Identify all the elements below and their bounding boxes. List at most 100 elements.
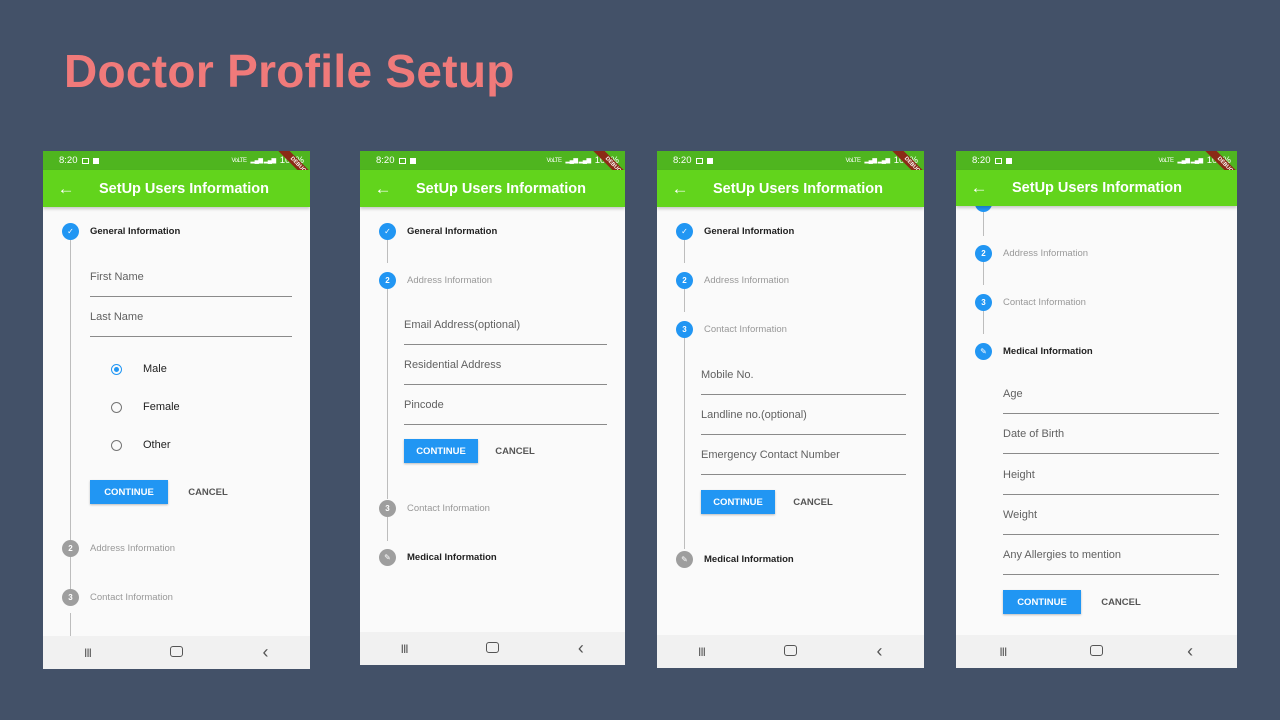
stepper: ✓ General Information First Name Last Na… bbox=[43, 207, 310, 636]
step-label-address: Address Information bbox=[704, 275, 790, 286]
nav-back-icon[interactable]: ‹ bbox=[1175, 641, 1205, 662]
radio-selected-icon bbox=[111, 363, 122, 375]
step-address[interactable]: 2 Address Information bbox=[360, 265, 625, 295]
edit-pencil-icon: ✎ bbox=[379, 549, 396, 566]
continue-button[interactable]: CONTINUE bbox=[404, 439, 478, 463]
recents-icon[interactable]: III bbox=[988, 645, 1018, 659]
gender-label-male: Male bbox=[143, 363, 167, 375]
step-label-medical: Medical Information bbox=[407, 552, 497, 563]
back-arrow-icon[interactable]: ← bbox=[956, 178, 1002, 198]
home-icon[interactable] bbox=[1081, 644, 1111, 659]
residential-address-field[interactable]: Residential Address bbox=[404, 345, 607, 385]
first-name-field[interactable]: First Name bbox=[90, 257, 292, 297]
step-number-address: 2 bbox=[62, 540, 79, 557]
nav-back-icon[interactable]: ‹ bbox=[566, 638, 596, 659]
page-title: Doctor Profile Setup bbox=[64, 45, 515, 97]
step-label-contact: Contact Information bbox=[407, 503, 490, 514]
recents-icon[interactable]: III bbox=[389, 642, 419, 656]
continue-button[interactable]: CONTINUE bbox=[701, 490, 775, 514]
step-general[interactable]: ✓ General Information bbox=[657, 216, 924, 246]
app-bar: ← SetUp Users Information bbox=[956, 170, 1237, 206]
back-arrow-icon[interactable]: ← bbox=[360, 179, 406, 199]
last-name-field[interactable]: Last Name bbox=[90, 297, 292, 337]
height-field[interactable]: Height bbox=[1003, 455, 1219, 495]
email-field[interactable]: Email Address(optional) bbox=[404, 305, 607, 345]
gender-option-female[interactable]: Female bbox=[111, 397, 180, 417]
status-time: 8:20 bbox=[59, 155, 78, 166]
step-general[interactable]: ✓ General Information bbox=[360, 216, 625, 246]
phone-screen-contact: 8:20 VoLTE ▂▄▆ ▂▄▆ 100% DEBUG ← SetUp Us… bbox=[657, 151, 924, 668]
app-bar: ← SetUp Users Information bbox=[360, 170, 625, 207]
step-label-address: Address Information bbox=[1003, 248, 1089, 259]
step-number-address: 2 bbox=[676, 272, 693, 289]
step-contact[interactable]: 3 Contact Information bbox=[657, 314, 924, 344]
step-number-contact: 3 bbox=[676, 321, 693, 338]
cancel-button[interactable]: CANCEL bbox=[783, 490, 843, 514]
step-address[interactable]: 2 Address Information bbox=[956, 238, 1237, 268]
step-label-contact: Contact Information bbox=[90, 592, 173, 603]
status-time: 8:20 bbox=[673, 155, 692, 166]
back-arrow-icon[interactable]: ← bbox=[43, 179, 89, 199]
cancel-button[interactable]: CANCEL bbox=[178, 480, 238, 504]
step-medical[interactable]: ✎ Medical Information bbox=[657, 544, 924, 574]
status-time: 8:20 bbox=[972, 155, 991, 166]
status-bar: 8:20 VoLTE ▂▄▆ ▂▄▆ 100% DEBUG bbox=[360, 151, 625, 191]
step-label-contact: Contact Information bbox=[1003, 297, 1086, 308]
recents-icon[interactable]: III bbox=[687, 645, 717, 659]
cancel-button[interactable]: CANCEL bbox=[1091, 590, 1151, 614]
pincode-field[interactable]: Pincode bbox=[404, 385, 607, 425]
back-arrow-icon[interactable]: ← bbox=[657, 179, 703, 199]
app-notification-icon bbox=[409, 157, 416, 164]
home-icon[interactable] bbox=[776, 644, 806, 659]
status-time: 8:20 bbox=[376, 155, 395, 166]
date-of-birth-field[interactable]: Date of Birth bbox=[1003, 414, 1219, 454]
app-notification-icon bbox=[92, 157, 99, 164]
cancel-button[interactable]: CANCEL bbox=[485, 439, 545, 463]
mobile-number-field[interactable]: Mobile No. bbox=[701, 355, 906, 395]
landline-field[interactable]: Landline no.(optional) bbox=[701, 395, 906, 435]
edit-pencil-icon: ✎ bbox=[676, 551, 693, 568]
gender-option-male[interactable]: Male bbox=[111, 359, 167, 379]
step-contact[interactable]: 3 Contact Information bbox=[360, 493, 625, 523]
gallery-notification-icon bbox=[695, 157, 703, 164]
step-label-medical: Medical Information bbox=[1003, 346, 1093, 357]
continue-button[interactable]: CONTINUE bbox=[1003, 590, 1081, 614]
status-bar: 8:20 VoLTE ▂▄▆ ▂▄▆ 100% DEBUG bbox=[956, 151, 1237, 191]
gender-label-other: Other bbox=[143, 439, 171, 451]
step-address[interactable]: 2 Address Information bbox=[43, 533, 310, 563]
step-medical[interactable]: ✎ Medical Information bbox=[360, 542, 625, 572]
step-contact[interactable]: 3 Contact Information bbox=[43, 582, 310, 612]
step-label-contact: Contact Information bbox=[704, 324, 787, 335]
app-notification-icon bbox=[706, 157, 713, 164]
age-field[interactable]: Age bbox=[1003, 374, 1219, 414]
step-contact[interactable]: 3 Contact Information bbox=[956, 287, 1237, 317]
allergies-field[interactable]: Any Allergies to mention bbox=[1003, 535, 1219, 575]
step-address[interactable]: 2 Address Information bbox=[657, 265, 924, 295]
step-number-address: 2 bbox=[379, 272, 396, 289]
weight-field[interactable]: Weight bbox=[1003, 495, 1219, 535]
gallery-notification-icon bbox=[81, 157, 89, 164]
app-bar: ← SetUp Users Information bbox=[657, 170, 924, 207]
check-icon: ✓ bbox=[379, 223, 396, 240]
nav-back-icon[interactable]: ‹ bbox=[865, 641, 895, 662]
step-medical[interactable]: ✎ Medical Information bbox=[956, 336, 1237, 366]
home-icon[interactable] bbox=[477, 641, 507, 656]
stepper-connector bbox=[70, 613, 71, 636]
signal-bars-icon: ▂▄▆ ▂▄▆ bbox=[250, 158, 277, 164]
android-nav-bar: III ‹ bbox=[956, 635, 1237, 668]
stepper-connector bbox=[387, 288, 388, 499]
step-label-general: General Information bbox=[704, 226, 795, 237]
step-number-contact: 3 bbox=[62, 589, 79, 606]
step-general[interactable]: ✓ General Information bbox=[43, 216, 310, 246]
step-number-address: 2 bbox=[975, 245, 992, 262]
emergency-contact-field[interactable]: Emergency Contact Number bbox=[701, 435, 906, 475]
step-label-general: General Information bbox=[90, 226, 181, 237]
app-notification-icon bbox=[1005, 157, 1012, 164]
continue-button[interactable]: CONTINUE bbox=[90, 480, 168, 504]
recents-icon[interactable]: III bbox=[73, 646, 103, 660]
nav-back-icon[interactable]: ‹ bbox=[251, 642, 281, 663]
gallery-notification-icon bbox=[994, 157, 1002, 164]
step-number-contact: 3 bbox=[379, 500, 396, 517]
gender-option-other[interactable]: Other bbox=[111, 435, 171, 455]
home-icon[interactable] bbox=[162, 645, 192, 660]
